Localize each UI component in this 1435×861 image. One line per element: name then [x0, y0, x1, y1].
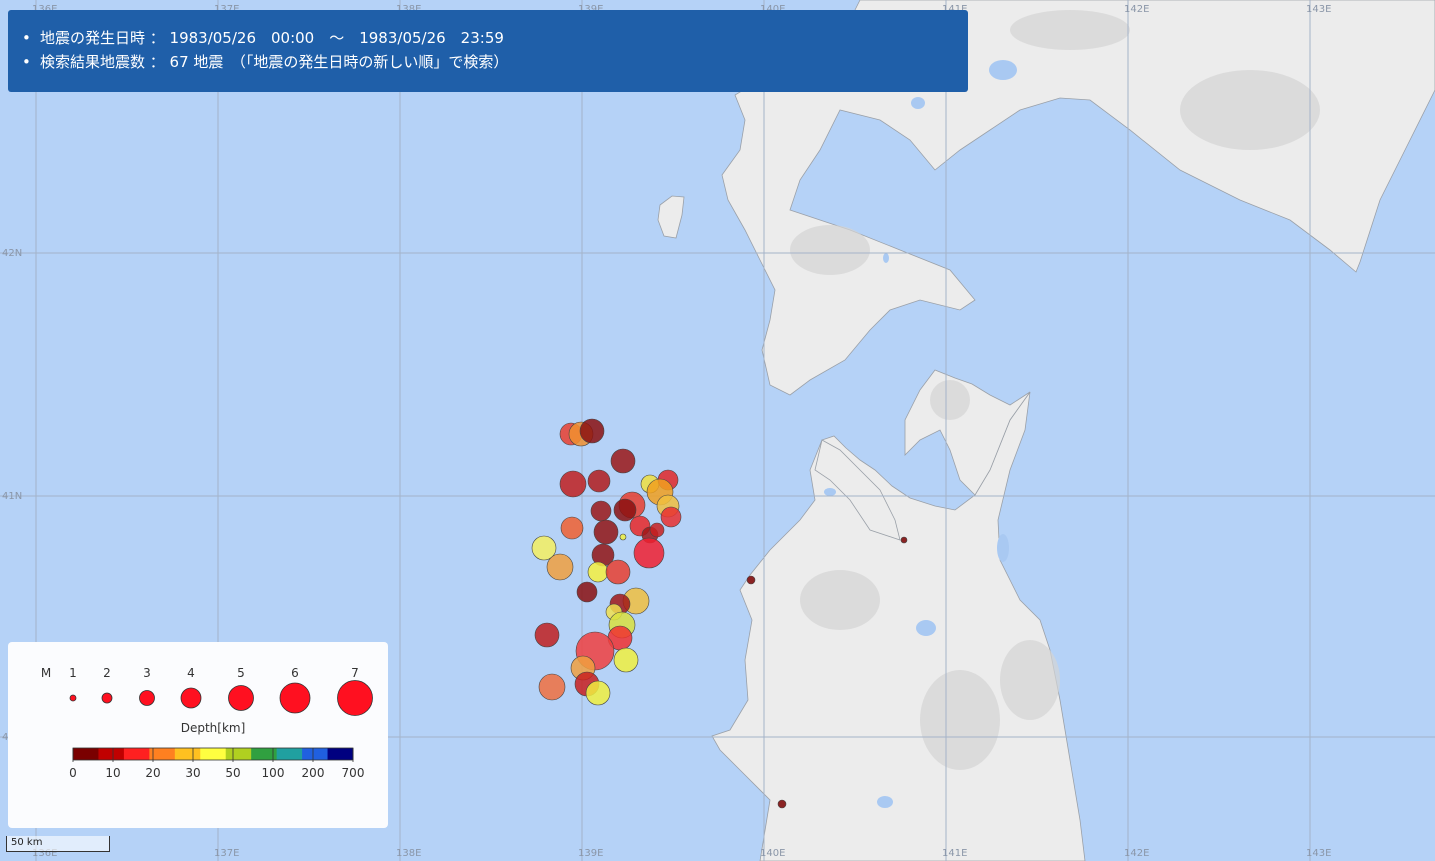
earthquake-marker[interactable]	[546, 553, 574, 581]
depth-color-segment	[302, 748, 329, 760]
info-count: 検索結果地震数 ： 67 地震 （「地震の発生日時の新しい順」で検索）	[40, 53, 509, 71]
depth-tick-label: 200	[302, 766, 325, 780]
magnitude-label: 1	[69, 666, 77, 680]
depth-tick-label: 100	[262, 766, 285, 780]
lon-label: 142E	[1124, 4, 1149, 15]
depth-color-segment	[73, 748, 99, 760]
lake	[824, 488, 836, 496]
earthquake-marker[interactable]	[619, 533, 627, 541]
legend-graphic: M 1 2 3 4 5 6 7 Depth[km] 0 10 20 30 50 100 200 700	[41, 666, 373, 780]
magnitude-symbol	[337, 680, 373, 716]
lake	[989, 60, 1017, 80]
depth-tick-label: 50	[225, 766, 240, 780]
scale-bar-label: 50 km	[11, 837, 43, 848]
lat-label: 42N	[2, 248, 22, 259]
lon-label: 138E	[396, 848, 421, 859]
info-count-row: • 検索結果地震数 ： 67 地震 （「地震の発生日時の新しい順」で検索）	[22, 53, 509, 71]
lake	[997, 534, 1009, 562]
lake	[877, 796, 893, 808]
earthquake-marker[interactable]	[590, 500, 612, 522]
magnitude-label: 4	[187, 666, 195, 680]
lon-label: 139E	[578, 848, 603, 859]
depth-color-segment	[276, 748, 303, 760]
magnitude-label: 2	[103, 666, 111, 680]
earthquake-marker[interactable]	[777, 799, 787, 809]
depth-color-segment	[123, 748, 150, 760]
depth-color-segment	[174, 748, 201, 760]
info-datetime-row: • 地震の発生日時 ： 1983/05/26 00:00 ～ 1983/05/26…	[22, 29, 504, 47]
legend-panel: M 1 2 3 4 5 6 7 Depth[km] 0 10 20 30 50 100 200 700	[8, 642, 388, 828]
lake	[916, 620, 936, 636]
earthquake-marker[interactable]	[605, 559, 631, 585]
earthquake-marker[interactable]	[579, 418, 605, 444]
earthquake-marker[interactable]	[610, 448, 636, 474]
earthquake-marker[interactable]	[649, 522, 665, 538]
earthquake-marker[interactable]	[560, 516, 584, 540]
search-info-panel: • 地震の発生日時 ： 1983/05/26 00:00 ～ 1983/05/26…	[8, 10, 968, 92]
earthquake-marker[interactable]	[587, 469, 611, 493]
earthquake-marker[interactable]	[660, 506, 682, 528]
earthquake-marker[interactable]	[633, 537, 665, 569]
depth-color-segment	[327, 748, 354, 760]
lon-label: 143E	[1306, 848, 1331, 859]
depth-color-segment	[98, 748, 125, 760]
magnitude-label: 3	[143, 666, 151, 680]
depth-tick-label: 700	[342, 766, 365, 780]
depth-color-segment	[225, 748, 252, 760]
earthquake-marker[interactable]	[585, 680, 611, 706]
depth-tick-label: 0	[69, 766, 77, 780]
earthquake-marker[interactable]	[559, 470, 587, 498]
info-datetime: 地震の発生日時 ： 1983/05/26 00:00 ～ 1983/05/26 …	[40, 29, 504, 47]
earthquake-marker[interactable]	[534, 622, 560, 648]
magnitude-symbol	[69, 694, 77, 702]
magnitude-symbol	[101, 692, 113, 704]
lon-label: 137E	[214, 848, 239, 859]
magnitude-symbol	[228, 685, 254, 711]
earthquake-marker[interactable]	[746, 575, 756, 585]
magnitude-label: 7	[351, 666, 359, 680]
magnitude-symbol	[139, 690, 155, 706]
magnitude-label: 5	[237, 666, 245, 680]
depth-title: Depth[km]	[181, 721, 246, 735]
magnitude-symbol	[180, 687, 202, 709]
scale-bar: 50 km	[6, 836, 110, 852]
earthquake-marker[interactable]	[900, 536, 908, 544]
earthquake-marker[interactable]	[587, 561, 609, 583]
magnitude-title: M	[41, 666, 51, 680]
depth-tick-label: 30	[185, 766, 200, 780]
lat-label: 41N	[2, 491, 22, 502]
lon-label: 142E	[1124, 848, 1149, 859]
earthquake-marker[interactable]	[593, 519, 619, 545]
lon-label: 140E	[760, 848, 785, 859]
lake	[883, 253, 889, 263]
lake	[911, 97, 925, 109]
earthquake-marker[interactable]	[538, 673, 566, 701]
depth-tick-label: 10	[105, 766, 120, 780]
lon-label: 143E	[1306, 4, 1331, 15]
lon-label: 141E	[942, 848, 967, 859]
magnitude-label: 6	[291, 666, 299, 680]
depth-tick-label: 20	[145, 766, 160, 780]
depth-color-segment	[200, 748, 227, 760]
earthquake-marker[interactable]	[613, 647, 639, 673]
earthquake-marker[interactable]	[576, 581, 598, 603]
magnitude-symbol	[279, 682, 311, 714]
earthquake-marker[interactable]	[613, 498, 637, 522]
